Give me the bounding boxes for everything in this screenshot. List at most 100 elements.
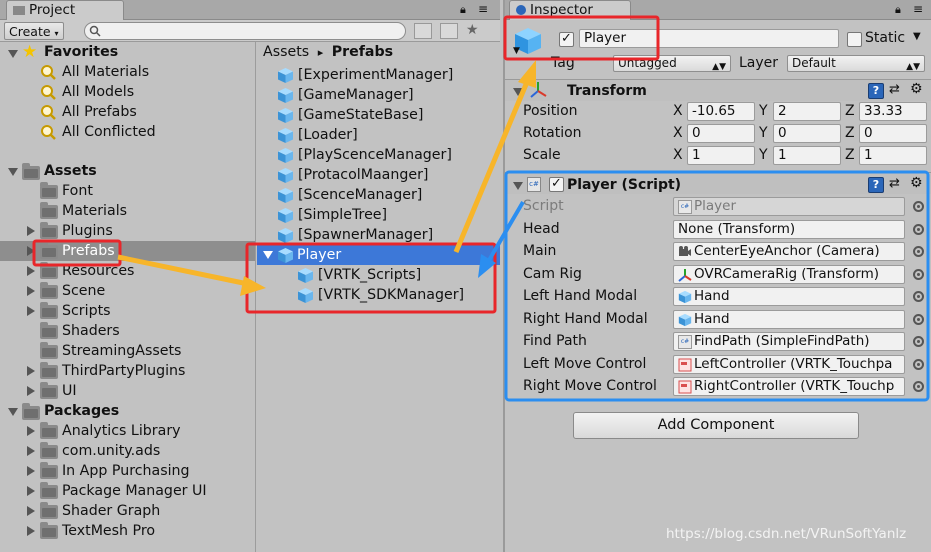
prefab-item[interactable]: [GameStateBase] bbox=[277, 105, 497, 125]
asset-folder[interactable]: Font bbox=[0, 181, 255, 201]
scale-x-field[interactable]: 1 bbox=[687, 146, 755, 165]
asset-folder[interactable]: Resources bbox=[0, 261, 255, 281]
prefab-item[interactable]: [Loader] bbox=[277, 125, 497, 145]
expand-icon[interactable] bbox=[27, 386, 35, 396]
object-picker-icon[interactable] bbox=[913, 246, 924, 257]
dropdown-caret-icon[interactable]: ▼ bbox=[513, 46, 520, 56]
object-picker-icon[interactable] bbox=[913, 201, 924, 212]
help-icon[interactable]: ? bbox=[868, 177, 884, 193]
object-picker-icon[interactable] bbox=[913, 268, 924, 280]
object-reference-field[interactable]: OVRCameraRig (Transform) bbox=[673, 264, 905, 284]
static-dropdown-icon[interactable]: ▼ bbox=[913, 31, 921, 42]
scale-y-field[interactable]: 1 bbox=[773, 146, 841, 165]
rotation-z-field[interactable]: 0 bbox=[859, 124, 927, 143]
tab-inspector[interactable]: Inspector bbox=[509, 0, 631, 20]
filter-label-icon[interactable] bbox=[440, 23, 458, 39]
rotation-y-field[interactable]: 0 bbox=[773, 124, 841, 143]
asset-folder[interactable]: StreamingAssets bbox=[0, 341, 255, 361]
position-x-field[interactable]: -10.65 bbox=[687, 102, 755, 121]
expand-icon[interactable] bbox=[27, 466, 35, 476]
asset-folder[interactable]: Plugins bbox=[0, 221, 255, 241]
expand-icon[interactable] bbox=[27, 366, 35, 376]
object-reference-field[interactable]: RightController (VRTK_Touchp bbox=[673, 377, 905, 396]
expand-icon[interactable] bbox=[27, 526, 35, 536]
expand-icon[interactable] bbox=[27, 266, 35, 276]
object-reference-field[interactable]: c# FindPath (SimpleFindPath) bbox=[673, 332, 905, 351]
collapse-assets-icon[interactable] bbox=[8, 168, 18, 176]
expand-icon[interactable] bbox=[27, 426, 35, 436]
prefab-child-item[interactable]: [VRTK_Scripts] bbox=[297, 265, 487, 285]
static-checkbox[interactable] bbox=[847, 32, 862, 47]
script-enabled-checkbox[interactable]: ✓ bbox=[549, 177, 564, 192]
position-z-field[interactable]: 33.33 bbox=[859, 102, 927, 121]
collapse-script-icon[interactable] bbox=[513, 182, 523, 190]
lock-icon[interactable]: 🔒︎ bbox=[895, 3, 901, 17]
breadcrumb-current[interactable]: Prefabs bbox=[332, 44, 393, 60]
asset-folder[interactable]: UI bbox=[0, 381, 255, 401]
lock-icon[interactable]: 🔒︎ bbox=[460, 3, 466, 17]
favorite-star-icon[interactable]: ★ bbox=[466, 22, 479, 38]
panel-menu-icon[interactable]: ≡ bbox=[478, 2, 488, 16]
prefab-item[interactable]: [PlayScenceManager] bbox=[277, 145, 497, 165]
prefab-item[interactable]: [SimpleTree] bbox=[277, 205, 497, 225]
favorites-header[interactable]: Favorites bbox=[44, 42, 118, 62]
tab-project[interactable]: Project bbox=[6, 0, 124, 20]
scale-z-field[interactable]: 1 bbox=[859, 146, 927, 165]
expand-icon[interactable] bbox=[27, 246, 35, 256]
object-picker-icon[interactable] bbox=[913, 291, 924, 302]
breadcrumb-assets[interactable]: Assets bbox=[263, 44, 309, 60]
help-icon[interactable]: ? bbox=[868, 83, 884, 99]
prefab-item[interactable]: [SpawnerManager] bbox=[277, 225, 497, 245]
gear-icon[interactable]: ⚙ bbox=[910, 175, 923, 191]
asset-folder[interactable]: Scene bbox=[0, 281, 255, 301]
object-reference-field[interactable]: LeftController (VRTK_Touchpa bbox=[673, 354, 905, 374]
package-folder[interactable]: com.unity.ads bbox=[0, 441, 255, 461]
object-picker-icon[interactable] bbox=[913, 313, 924, 325]
package-folder[interactable]: TextMesh Pro bbox=[0, 521, 255, 541]
object-picker-icon[interactable] bbox=[913, 223, 924, 235]
layer-dropdown[interactable]: Default ▲▼ bbox=[787, 55, 925, 72]
object-reference-field[interactable]: None (Transform) bbox=[673, 219, 905, 239]
create-button[interactable]: Create ▾ bbox=[4, 22, 64, 40]
expand-icon[interactable] bbox=[27, 286, 35, 296]
expand-icon[interactable] bbox=[27, 486, 35, 496]
collapse-packages-icon[interactable] bbox=[8, 408, 18, 416]
prefab-item[interactable]: [ExperimentManager] bbox=[277, 65, 497, 85]
asset-folder-selected[interactable]: Prefabs bbox=[0, 241, 255, 261]
object-reference-field[interactable]: Hand bbox=[673, 287, 905, 306]
package-folder[interactable]: Analytics Library bbox=[0, 421, 255, 441]
prefab-item-player[interactable]: Player bbox=[257, 245, 500, 265]
add-component-button[interactable]: Add Component bbox=[573, 412, 859, 439]
object-picker-icon[interactable] bbox=[913, 358, 924, 370]
object-picker-icon[interactable] bbox=[913, 336, 924, 347]
expand-icon[interactable] bbox=[27, 446, 35, 456]
asset-folder[interactable]: Shaders bbox=[0, 321, 255, 341]
object-reference-field[interactable]: c# Player bbox=[673, 197, 905, 216]
package-folder[interactable]: Package Manager UI bbox=[0, 481, 255, 501]
preset-icon[interactable]: ⇄ bbox=[889, 176, 900, 191]
prefab-item[interactable]: [ScenceManager] bbox=[277, 185, 497, 205]
prefab-item[interactable]: [GameManager] bbox=[277, 85, 497, 105]
preset-icon[interactable]: ⇄ bbox=[889, 82, 900, 97]
tag-dropdown[interactable]: Untagged ▲▼ bbox=[613, 55, 731, 72]
position-y-field[interactable]: 2 bbox=[773, 102, 841, 121]
packages-header[interactable]: Packages bbox=[44, 401, 119, 421]
gear-icon[interactable]: ⚙ bbox=[910, 81, 923, 97]
collapse-transform-icon[interactable] bbox=[513, 88, 523, 96]
expand-icon[interactable] bbox=[27, 506, 35, 516]
package-folder[interactable]: In App Purchasing bbox=[0, 461, 255, 481]
active-checkbox[interactable]: ✓ bbox=[559, 32, 574, 47]
asset-folder[interactable]: Scripts bbox=[0, 301, 255, 321]
package-folder[interactable]: Shader Graph bbox=[0, 501, 255, 521]
prefab-item[interactable]: [ProtacolMaanger] bbox=[277, 165, 497, 185]
filter-type-icon[interactable] bbox=[414, 23, 432, 39]
prefab-child-item[interactable]: [VRTK_SDKManager] bbox=[297, 285, 487, 305]
asset-folder[interactable]: ThirdPartyPlugins bbox=[0, 361, 255, 381]
object-name-field[interactable]: Player bbox=[579, 29, 839, 48]
collapse-player-icon[interactable] bbox=[263, 251, 273, 259]
object-reference-field[interactable]: Hand bbox=[673, 309, 905, 329]
rotation-x-field[interactable]: 0 bbox=[687, 124, 755, 143]
search-input[interactable] bbox=[84, 22, 406, 40]
expand-icon[interactable] bbox=[27, 226, 35, 236]
expand-icon[interactable] bbox=[27, 306, 35, 316]
